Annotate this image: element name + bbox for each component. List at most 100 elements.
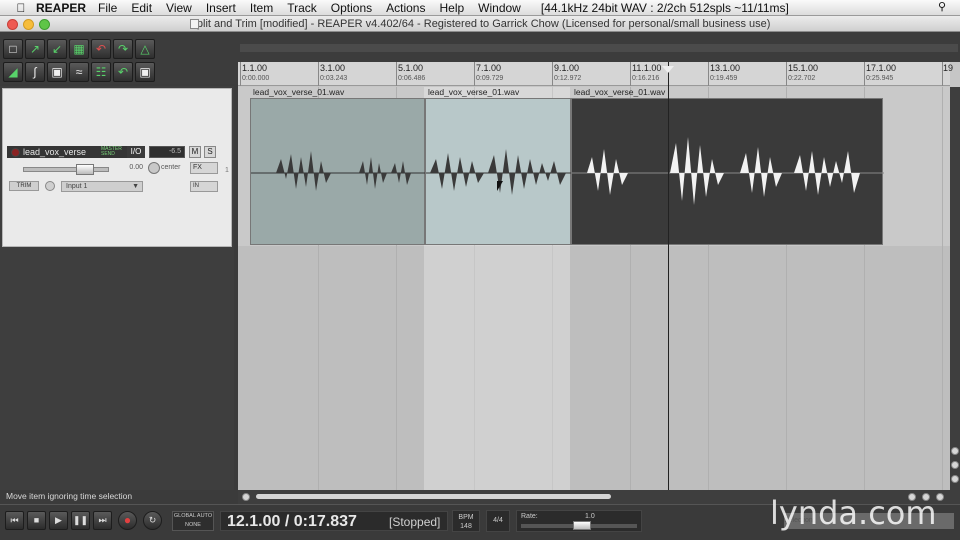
input-select[interactable]: Input 1 ▼ [61,181,143,192]
ruler-bar-label: 17.1.00 [866,63,897,73]
save-project-icon[interactable]: ↙ [47,39,67,59]
ruler-bar-label: 15.1.00 [788,63,819,73]
menu-file[interactable]: File [98,1,117,15]
menu-item[interactable]: Item [250,1,273,15]
menu-options[interactable]: Options [331,1,372,15]
solo-button[interactable]: S [204,146,216,158]
edit-cursor-marker-icon[interactable] [662,66,674,73]
media-item[interactable]: lead_vox_verse_01.wav [425,87,572,245]
ruler-top-area [238,32,960,62]
empty-arrange-area[interactable] [238,246,950,490]
new-project-icon[interactable]: □ [3,39,23,59]
app-menu[interactable]: REAPER [36,1,86,15]
menu-bar:  REAPER File Edit View Insert Item Trac… [0,0,960,16]
timeline-ruler[interactable]: 1.1.00 0:00.000 3.1.00 0:03.243 5.1.00 0:06… [238,62,953,86]
time-display[interactable]: 12.1.00 / 0:17.837 [Stopped] [220,511,448,531]
pan-label: center [161,164,181,171]
repeat-button[interactable]: ↻ [143,511,162,530]
spotlight-search-icon[interactable]: ⚲ [938,0,946,13]
envelope-icon[interactable]: ≈ [69,62,89,82]
window-title: Split and Trim [modified] - REAPER v4.40… [189,18,771,30]
snap-icon[interactable]: ◢ [3,62,23,82]
audio-status[interactable]: [44.1kHz 24bit WAV : 2/2ch 512spls ~11/1… [541,1,789,15]
lock-icon[interactable]: ▣ [135,62,155,82]
metronome-icon[interactable]: △ [135,39,155,59]
apple-icon[interactable]:  [14,1,28,15]
zoom-out-vertical-icon[interactable] [951,461,959,469]
ruler-time-label: 0:06.486 [398,75,426,82]
fx-button[interactable]: FX [190,162,218,174]
position-readout: 12.1.00 / 0:17.837 [227,513,357,530]
envelope-button[interactable]: IN [190,181,218,192]
menu-view[interactable]: View [166,1,192,15]
menu-edit[interactable]: Edit [131,1,152,15]
menu-track[interactable]: Track [287,1,317,15]
vertical-scrollbar[interactable] [950,87,960,490]
volume-fader[interactable] [23,164,109,175]
menu-window[interactable]: Window [478,1,521,15]
scroll-right-icon[interactable] [936,493,944,501]
play-state: [Stopped] [389,515,441,529]
bpm-label: BPM [458,514,474,521]
region-lane[interactable] [240,44,958,52]
stop-button[interactable]: ■ [27,511,46,530]
go-to-end-button[interactable]: ⏭ [93,511,112,530]
pause-button[interactable]: ❚❚ [71,511,90,530]
go-to-start-button[interactable]: ⏮ [5,511,24,530]
menu-insert[interactable]: Insert [206,1,236,15]
status-line: Move item ignoring time selection [0,490,238,502]
ruler-bar-label: 3.1.00 [320,63,346,73]
grid-icon[interactable]: ▣ [47,62,67,82]
redo-icon[interactable]: ↷ [113,39,133,59]
pan-knob[interactable] [148,162,160,174]
rate-label: Rate: [521,513,538,520]
record-button[interactable]: ● [118,511,137,530]
ruler-bar-label: 9.1.00 [554,63,580,73]
input-monitor-icon[interactable] [45,181,55,191]
media-item[interactable]: lead_vox_verse_01.wav [250,87,426,245]
loop-points-icon[interactable]: ↶ [113,62,133,82]
master-send-label[interactable]: MASTER SEND [101,147,127,157]
arrange-view[interactable]: 1.1.00 0:00.000 3.1.00 0:03.243 5.1.00 0:06… [238,62,960,504]
ripple-edit-icon[interactable]: ∫ [25,62,45,82]
edit-cursor[interactable] [668,62,669,490]
global-automation-button[interactable]: GLOBAL AUTO NONE [172,511,214,531]
track-header[interactable]: lead_vox_verse MASTER SEND I/O -6.5 M S … [2,88,232,247]
media-item-label: lead_vox_verse_01.wav [574,87,666,97]
bpm-display[interactable]: BPM 148 [452,510,480,532]
track-control-panel: lead_vox_verse MASTER SEND I/O -6.5 M S … [0,86,234,496]
menu-help[interactable]: Help [439,1,464,15]
mute-button[interactable]: M [189,146,201,158]
ruler-bar-label: 7.1.00 [476,63,502,73]
record-arm-button[interactable] [11,148,20,157]
item-grouping-icon[interactable]: ☷ [91,62,111,82]
time-signature[interactable]: 4/4 [486,510,510,532]
play-button[interactable]: ▶ [49,511,68,530]
scroll-down-icon[interactable] [951,475,959,483]
zoom-window-button[interactable] [39,19,50,30]
rate-slider-knob[interactable] [573,521,591,530]
horizontal-scroll-thumb[interactable] [256,494,611,499]
close-window-button[interactable] [7,19,18,30]
media-item[interactable]: lead_vox_verse_01.wav [571,87,884,245]
ruler-time-label: 0:03.243 [320,75,348,82]
undo-icon[interactable]: ↶ [91,39,111,59]
open-project-icon[interactable]: ↗ [25,39,45,59]
menu-actions[interactable]: Actions [386,1,425,15]
playrate-control[interactable]: Rate: 1.0 [516,510,642,532]
rate-slider[interactable] [521,521,637,530]
project-settings-icon[interactable]: ▦ [69,39,89,59]
global-auto-mode: NONE [185,522,201,528]
scroll-left-icon[interactable] [242,493,250,501]
media-item-label: lead_vox_verse_01.wav [253,87,345,97]
ruler-time-label: 0:09.729 [476,75,504,82]
waveform [572,137,884,205]
volume-fader-knob[interactable] [76,164,94,175]
minimize-window-button[interactable] [23,19,34,30]
track-number: 1 [225,167,229,174]
document-icon [190,19,199,29]
io-button[interactable]: I/O [127,146,145,158]
trim-button[interactable]: TRIM [9,181,39,191]
zoom-in-vertical-icon[interactable] [951,447,959,455]
ruler-time-label: 0:19.459 [710,75,738,82]
